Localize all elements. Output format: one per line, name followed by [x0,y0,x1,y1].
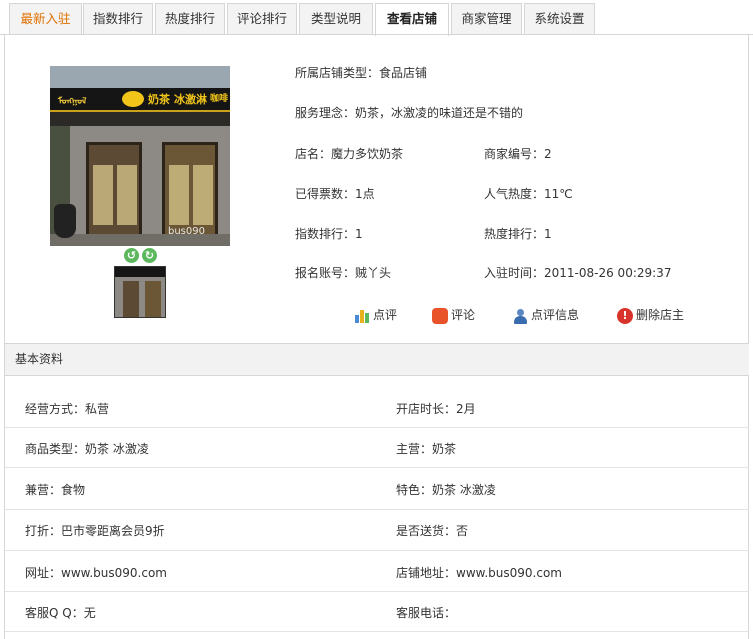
row-divider [5,631,749,632]
tab-type-desc[interactable]: 类型说明 [299,3,373,35]
index-rank: 指数排行：1 [295,227,363,241]
photo-watermark: bus090 [168,226,205,237]
join-time: 入驻时间：2011-08-26 00:29:37 [484,266,672,280]
comment-bubble-icon [432,307,448,324]
tab-index-rank[interactable]: 指数排行 [83,3,153,35]
row-divider [5,509,749,510]
votes-count: 已得票数：1点 [295,187,375,201]
tab-heat-rank[interactable]: 热度排行 [155,3,225,35]
tab-latest[interactable]: 最新入驻 [9,3,82,35]
rate-label: 点评 [373,308,398,322]
shop-photo-thumbnail[interactable] [114,266,166,318]
merchant-number: 商家编号：2 [484,147,552,161]
comment-button[interactable]: 评论 [432,306,475,324]
open-duration: 开店时长：2月 [396,402,476,416]
rate-button[interactable]: 点评 [354,306,397,324]
row-divider [5,427,749,428]
delete-owner-button[interactable]: ! 删除店主 [617,306,684,324]
shop-address: 店铺地址：www.bus090.com [396,566,562,580]
business-mode: 经营方式：私营 [25,402,110,416]
shop-name: 店名：魔力多饮奶茶 [295,147,404,161]
side-business: 兼营：食物 [25,483,86,497]
comment-label: 评论 [451,308,476,322]
bar-chart-icon [354,308,370,324]
delete-owner-label: 删除店主 [636,308,685,322]
sign-text-icecream: 冰激淋 [174,93,207,106]
shop-sign: ᠮᠣᠩᠭᠣᠯ 奶茶 冰激淋 咖啡 [50,88,230,112]
tab-view-shop[interactable]: 查看店铺 [375,3,449,36]
delivery: 是否送货：否 [396,524,469,538]
goods-type: 商品类型：奶茶 冰激凌 [25,442,149,456]
popularity: 人气热度：11℃ [484,187,573,201]
sign-text-coffee: 咖啡 [210,94,229,104]
tab-system-settings[interactable]: 系统设置 [524,3,595,35]
tab-bar: 最新入驻 指数排行 热度排行 评论排行 类型说明 查看店铺 商家管理 系统设置 [0,0,753,36]
service-phone: 客服电话： [396,606,457,620]
heat-rank: 热度排行：1 [484,227,552,241]
shop-photo: ᠮᠣᠩᠭᠣᠯ 奶茶 冰激淋 咖啡 bus090 [50,66,230,246]
row-divider [5,467,749,468]
features: 特色：奶茶 冰激凌 [396,483,496,497]
service-qq: 客服Q Q：无 [25,606,96,620]
rotate-left-icon[interactable]: ↺ [124,248,139,263]
rate-info-label: 点评信息 [531,308,580,322]
row-divider [5,550,749,551]
rate-info-button[interactable]: 点评信息 [512,306,579,324]
rotate-controls: ↺ ↻ [124,248,158,264]
shop-type: 所属店铺类型：食品店铺 [295,66,428,80]
website: 网址：www.bus090.com [25,566,167,580]
user-icon [512,308,528,324]
tab-comment-rank[interactable]: 评论排行 [227,3,297,35]
section-basic-info: 基本资料 [5,343,749,376]
signup-account: 报名账号：贼丫头 [295,266,392,280]
tab-merchant-mgmt[interactable]: 商家管理 [451,3,522,35]
row-divider [5,591,749,592]
discount: 打折：巴市零距离会员9折 [25,524,165,538]
sign-text-milktea: 奶茶 [148,93,170,106]
service-concept: 服务理念：奶茶，冰激凌的味道还是不错的 [295,106,524,120]
rotate-right-icon[interactable]: ↻ [142,248,157,263]
main-business: 主营：奶茶 [396,442,457,456]
delete-alert-icon: ! [617,307,633,324]
